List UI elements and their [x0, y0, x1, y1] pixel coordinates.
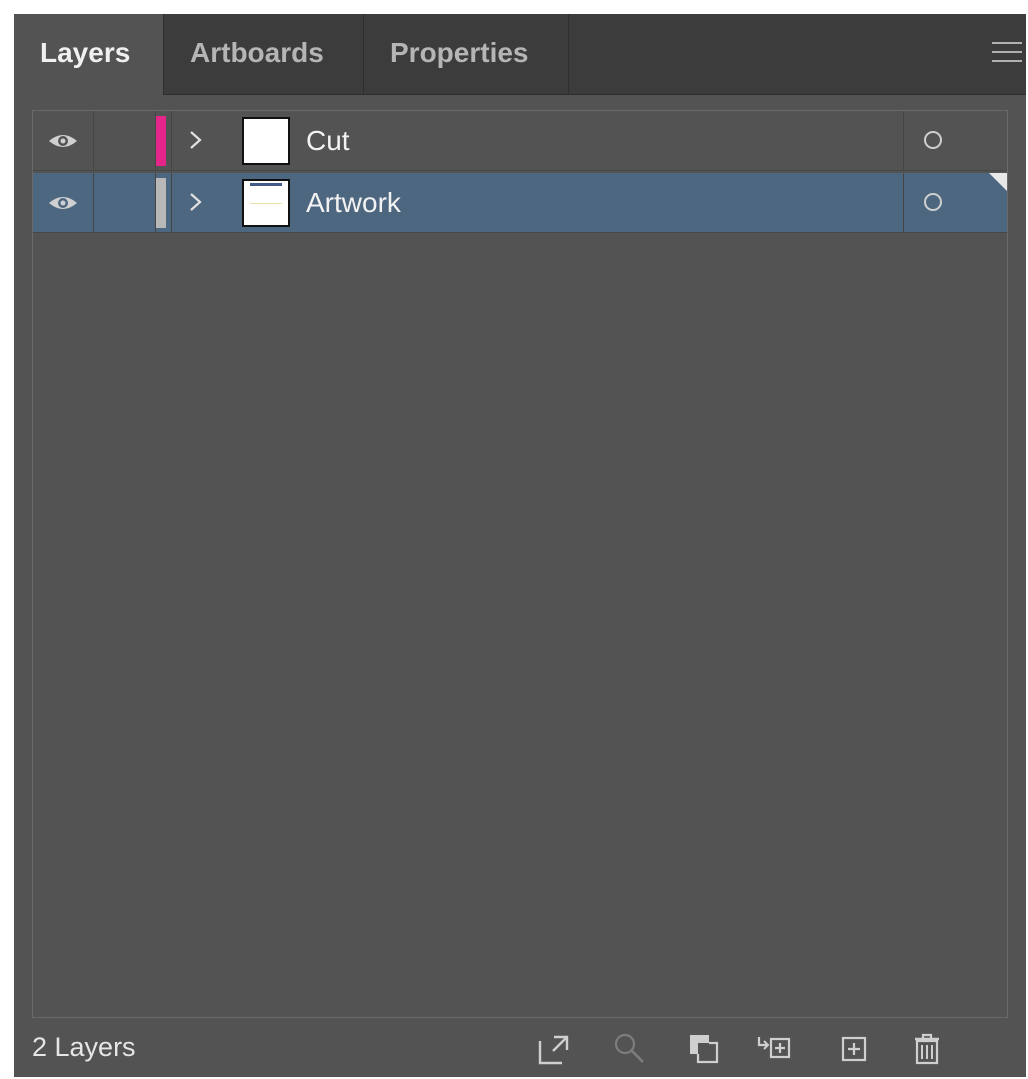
chevron-right-icon[interactable]: [185, 187, 207, 217]
target-circle-icon: [924, 131, 942, 149]
layer-count: 2 Layers: [32, 1032, 136, 1062]
artwork-preview: [250, 183, 282, 186]
search-icon[interactable]: [610, 1029, 650, 1069]
layers-list: Cut Artwork: [32, 110, 1008, 1018]
layer-row-cut[interactable]: Cut: [33, 111, 1007, 171]
layer-color-swatch: [156, 178, 166, 228]
lock-toggle[interactable]: [94, 173, 156, 233]
new-sublayer-icon[interactable]: [754, 1029, 794, 1069]
eye-icon: [49, 197, 77, 209]
target-circle-icon: [924, 193, 942, 211]
selection-indicator: [989, 173, 1007, 191]
visibility-toggle[interactable]: [33, 173, 94, 233]
layer-color-swatch: [156, 116, 166, 166]
layer-row-artwork[interactable]: Artwork: [33, 173, 1007, 233]
divider: [171, 111, 172, 171]
layer-target[interactable]: [903, 111, 1007, 171]
lock-toggle[interactable]: [94, 111, 156, 171]
trash-icon[interactable]: [907, 1029, 947, 1069]
tab-artboards[interactable]: Artboards: [164, 14, 364, 94]
layer-thumbnail: [242, 117, 290, 165]
eye-icon: [49, 135, 77, 147]
layer-name[interactable]: Cut: [306, 111, 350, 171]
tab-bar: Layers Artboards Properties: [14, 14, 1026, 95]
clipping-mask-icon[interactable]: [684, 1029, 724, 1069]
export-icon[interactable]: [534, 1029, 574, 1069]
layers-panel: Layers Artboards Properties Cut Artwork …: [14, 14, 1026, 1077]
layer-name[interactable]: Artwork: [306, 173, 401, 233]
chevron-right-icon[interactable]: [185, 125, 207, 155]
new-layer-icon[interactable]: [834, 1029, 874, 1069]
tab-properties[interactable]: Properties: [364, 14, 569, 94]
artwork-preview-line: [250, 203, 282, 204]
layer-thumbnail: [242, 179, 290, 227]
visibility-toggle[interactable]: [33, 111, 94, 171]
tab-layers[interactable]: Layers: [14, 14, 164, 95]
hamburger-menu-icon[interactable]: [992, 42, 1022, 64]
divider: [171, 173, 172, 233]
